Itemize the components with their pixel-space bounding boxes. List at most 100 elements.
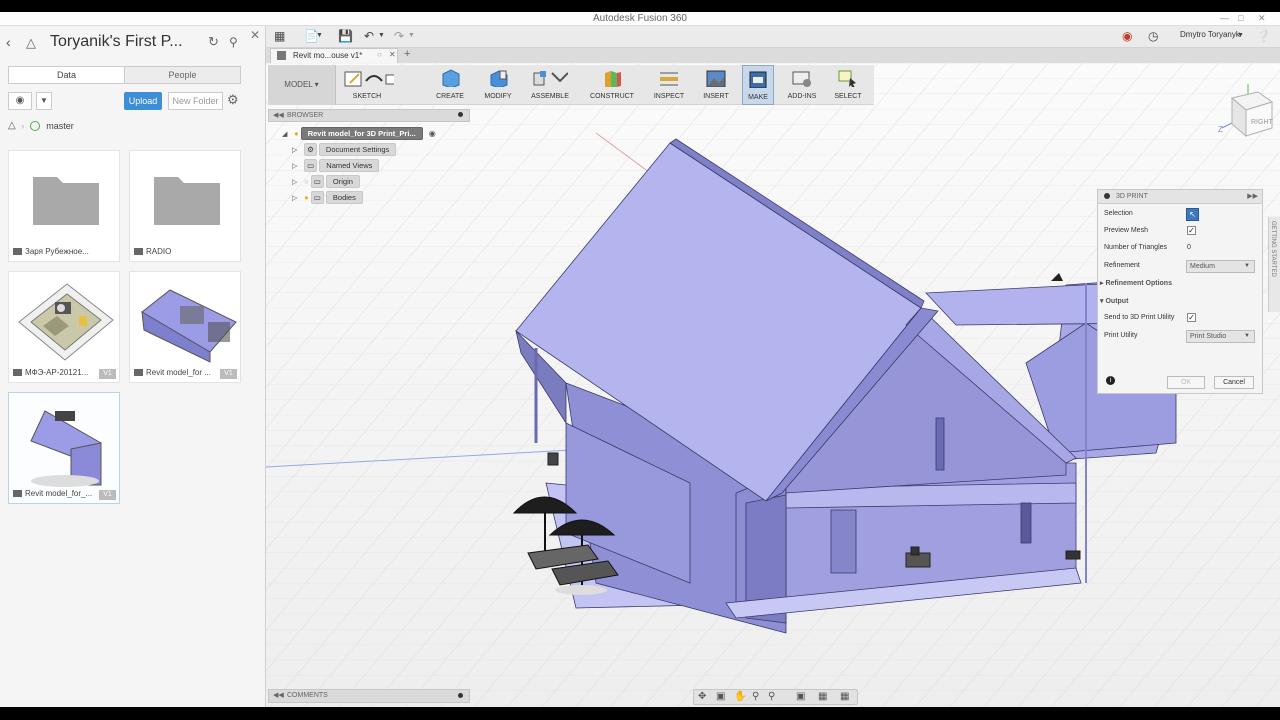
add-ins-tool[interactable]: ADD-INS <box>780 65 824 105</box>
folder-icon <box>33 177 99 225</box>
close-window-icon[interactable]: ✕ <box>1258 13 1266 24</box>
visibility-bulb-icon: ● <box>294 129 299 138</box>
assemble-tool[interactable]: ASSEMBLE <box>524 65 576 105</box>
data-panel-tabs: Data People <box>8 66 241 84</box>
expand-dialog-icon: ▶▶ <box>1247 193 1258 200</box>
grid-menu-icon[interactable]: ▦ <box>274 29 285 43</box>
chevron-down-icon[interactable]: ▼ <box>378 32 385 39</box>
search-icon[interactable]: ⚲ <box>229 35 238 49</box>
new-tab-icon[interactable]: + <box>404 48 410 60</box>
view-cube[interactable]: RIGHT Z <box>1218 84 1274 147</box>
ok-button[interactable]: OK <box>1167 376 1205 389</box>
construct-tool[interactable]: CONSTRUCT <box>584 65 640 105</box>
chevron-down-icon[interactable]: ▼ <box>316 32 323 39</box>
undo-icon[interactable]: ↶ <box>364 29 374 43</box>
print-utility-select[interactable]: Print Studio ▼ <box>1186 330 1255 343</box>
save-icon[interactable]: 💾 <box>338 29 353 43</box>
browser-node-origin[interactable]: ▷ ○ ▭ Origin <box>292 175 360 189</box>
modify-tool[interactable]: MODIFY <box>476 65 520 105</box>
new-folder-button[interactable]: New Folder <box>168 92 223 110</box>
design-card[interactable]: Revit model_for_... V1 <box>8 392 120 504</box>
upload-button[interactable]: Upload <box>124 92 162 110</box>
workspace-switcher[interactable]: MODEL ▾ <box>268 65 336 105</box>
tab-people[interactable]: People <box>125 67 240 83</box>
data-panel: ‹ △ Toryanik's First P... ↻ ⚲ ✕ Data Peo… <box>0 26 266 707</box>
view-cube-face: RIGHT <box>1251 119 1274 126</box>
assemble-icon <box>533 71 568 86</box>
browser-node-bodies[interactable]: ▷ ● ▭ Bodies <box>292 191 363 205</box>
selection-picker-button[interactable]: ↖ <box>1186 208 1199 221</box>
preview-mesh-checkbox[interactable]: ✓ <box>1187 226 1196 235</box>
folder-card[interactable]: Заря Рубежное... <box>8 150 120 262</box>
design-small-icon <box>13 369 22 377</box>
output-section[interactable]: ▾ Output <box>1100 297 1128 311</box>
fit-icon[interactable]: ⚲ <box>768 691 775 702</box>
close-panel-icon[interactable]: ✕ <box>250 28 260 42</box>
design-small-icon <box>13 490 22 498</box>
chevron-down-icon[interactable]: ▼ <box>1237 32 1244 39</box>
record-icon[interactable]: ◉ <box>1122 29 1132 43</box>
create-tool[interactable]: CREATE <box>428 65 472 105</box>
grid-settings-icon[interactable]: ▦ <box>818 691 827 702</box>
browser-header[interactable]: ◀◀ BROWSER <box>268 109 470 122</box>
send-to-utility-label: Send to 3D Print Utility <box>1104 314 1175 321</box>
inspect-icon <box>660 72 678 86</box>
refinement-options-section[interactable]: ▸ Refinement Options <box>1100 279 1172 293</box>
sketch-tool[interactable]: SKETCH <box>338 65 396 105</box>
select-tool[interactable]: SELECT <box>828 65 868 105</box>
browser-root-node[interactable]: ◢ ● Revit model_for 3D Print_Pri... ◉ <box>282 127 436 141</box>
send-to-utility-checkbox[interactable]: ✓ <box>1187 313 1196 322</box>
orbit-icon[interactable]: ✥ <box>698 691 706 702</box>
comments-panel[interactable]: ◀◀ COMMENTS <box>268 689 470 703</box>
viewports-icon[interactable]: ▦ <box>840 691 849 702</box>
design-card[interactable]: МФЭ-АР-20121... V1 <box>8 271 120 383</box>
view-toggle-icon[interactable]: ◉ <box>8 92 32 110</box>
window-title: Autodesk Fusion 360 <box>593 13 687 24</box>
design-small-icon <box>134 369 143 377</box>
maximize-icon[interactable]: □ <box>1238 13 1243 23</box>
chevron-down-icon[interactable]: ▼ <box>36 92 52 110</box>
clock-icon[interactable]: ◷ <box>1148 29 1158 43</box>
design-card[interactable]: Revit model_for ... V1 <box>129 271 241 383</box>
branch-name[interactable]: master <box>46 121 74 131</box>
root-node-label: Revit model_for 3D Print_Pri... <box>300 127 423 140</box>
insert-tool[interactable]: INSERT <box>696 65 736 105</box>
expand-icon: ▷ <box>292 147 298 154</box>
cancel-button[interactable]: Cancel <box>1214 376 1254 389</box>
tab-data[interactable]: Data <box>9 67 125 83</box>
version-badge: V1 <box>99 369 116 379</box>
add-ins-icon <box>792 71 811 87</box>
folder-icon: ▭ <box>310 191 324 204</box>
zoom-icon[interactable]: ⚲ <box>752 691 759 702</box>
getting-started-tab[interactable]: GETTING STARTED <box>1268 217 1280 312</box>
make-tool[interactable]: MAKE <box>742 65 774 105</box>
user-name[interactable]: Dmytro Toryanyk <box>1180 30 1240 39</box>
help-icon[interactable]: ❔ <box>1256 29 1271 43</box>
chevron-down-icon[interactable]: ▼ <box>408 32 415 39</box>
design-thumbnail <box>9 393 119 489</box>
fusion-window: Autodesk Fusion 360 — □ ✕ ‹ △ Toryanik's… <box>0 12 1280 707</box>
back-icon[interactable]: ‹ <box>6 34 11 50</box>
close-tab-icon[interactable]: ✕ <box>389 50 396 59</box>
refinement-select[interactable]: Medium ▼ <box>1186 260 1255 273</box>
dialog-header[interactable]: 3D PRINT ▶▶ <box>1098 190 1262 204</box>
redo-icon[interactable]: ↷ <box>394 29 404 43</box>
folder-card[interactable]: RADIO <box>129 150 241 262</box>
minimize-icon[interactable]: — <box>1220 13 1229 23</box>
expand-icon: ▷ <box>292 179 298 186</box>
pan-icon[interactable]: ✋ <box>734 691 746 702</box>
document-tab[interactable]: Revit mo...ouse v1* ○ ✕ <box>270 48 398 63</box>
browser-node-document-settings[interactable]: ▷ ⚙ Document Settings <box>292 143 397 157</box>
info-icon[interactable]: i <box>1106 376 1115 385</box>
display-settings-icon[interactable]: ▣ <box>796 691 805 702</box>
browser-node-named-views[interactable]: ▷ ▭ Named Views <box>292 159 380 173</box>
inspect-tool[interactable]: INSPECT <box>646 65 692 105</box>
chevron-down-icon: ▼ <box>1244 263 1250 269</box>
sync-icon: ○ <box>377 50 382 59</box>
refresh-icon[interactable]: ↻ <box>208 34 219 50</box>
activate-icon: ◉ <box>428 129 436 138</box>
folder-small-icon <box>134 248 143 256</box>
gear-icon[interactable]: ⚙ <box>227 92 239 108</box>
design-thumbnail <box>9 272 119 368</box>
look-at-icon[interactable]: ▣ <box>716 691 725 702</box>
